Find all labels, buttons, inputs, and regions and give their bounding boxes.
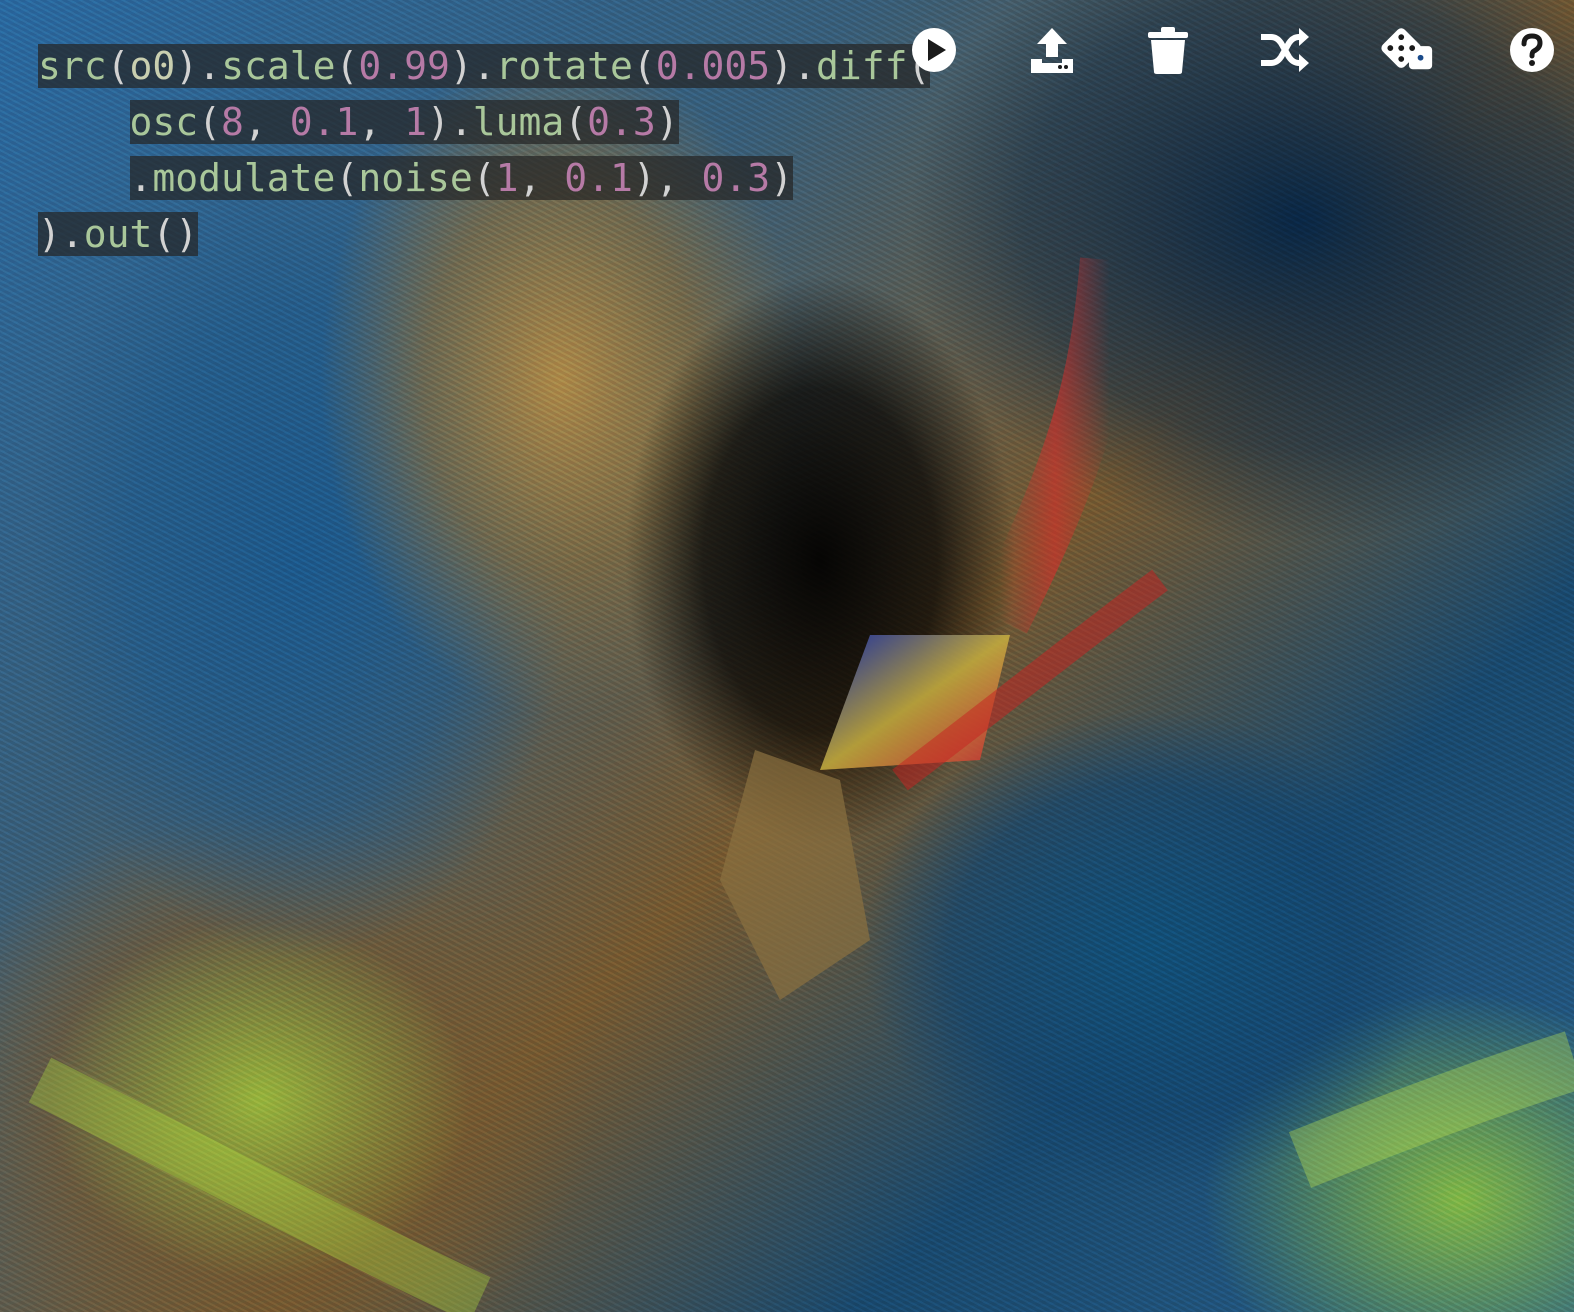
- random-button[interactable]: [1380, 22, 1436, 78]
- code-token: 0.1: [289, 100, 359, 144]
- help-icon: [1510, 28, 1554, 72]
- code-token: (: [472, 156, 496, 200]
- dice-icon: [1381, 28, 1433, 70]
- help-button[interactable]: [1504, 22, 1560, 78]
- toolbar: [0, 22, 1574, 82]
- code-token: ,: [518, 156, 565, 200]
- code-token: 0.3: [701, 156, 771, 200]
- code-token: noise: [358, 156, 473, 200]
- code-token: out: [83, 212, 153, 256]
- code-token: luma: [472, 100, 565, 144]
- code-token: ).: [38, 212, 84, 256]
- code-token: ).: [427, 100, 473, 144]
- code-token: .: [129, 156, 153, 200]
- code-token: (: [564, 100, 588, 144]
- code-line[interactable]: osc(8, 0.1, 1).luma(0.3): [38, 94, 930, 150]
- upload-button[interactable]: [1024, 22, 1080, 78]
- code-token: 8: [221, 100, 244, 144]
- code-token: ,: [358, 100, 405, 144]
- shuffle-icon: [1261, 28, 1309, 72]
- hydra-app: src(o0).scale(0.99).rotate(0.005).diff( …: [0, 0, 1574, 1312]
- code-token: (): [152, 212, 199, 256]
- run-button[interactable]: [906, 22, 962, 78]
- clear-button[interactable]: [1140, 22, 1196, 78]
- code-token: 1: [404, 100, 427, 144]
- code-token: 1: [495, 156, 519, 200]
- code-token: osc: [129, 100, 199, 144]
- code-token: 0.1: [564, 156, 633, 200]
- play-icon: [912, 28, 956, 72]
- trash-icon: [1148, 27, 1188, 74]
- code-line[interactable]: .modulate(noise(1, 0.1), 0.3): [38, 150, 930, 206]
- code-token: (: [335, 156, 359, 200]
- code-token: modulate: [152, 156, 336, 200]
- code-token: ): [770, 156, 794, 200]
- code-token: 0.3: [587, 100, 656, 144]
- shuffle-button[interactable]: [1256, 22, 1312, 78]
- code-token: ),: [632, 156, 702, 200]
- code-token: (: [198, 100, 222, 144]
- code-token: ,: [243, 100, 290, 144]
- upload-icon: [1031, 28, 1073, 73]
- code-line[interactable]: ).out(): [38, 206, 930, 262]
- code-token: ): [655, 100, 679, 144]
